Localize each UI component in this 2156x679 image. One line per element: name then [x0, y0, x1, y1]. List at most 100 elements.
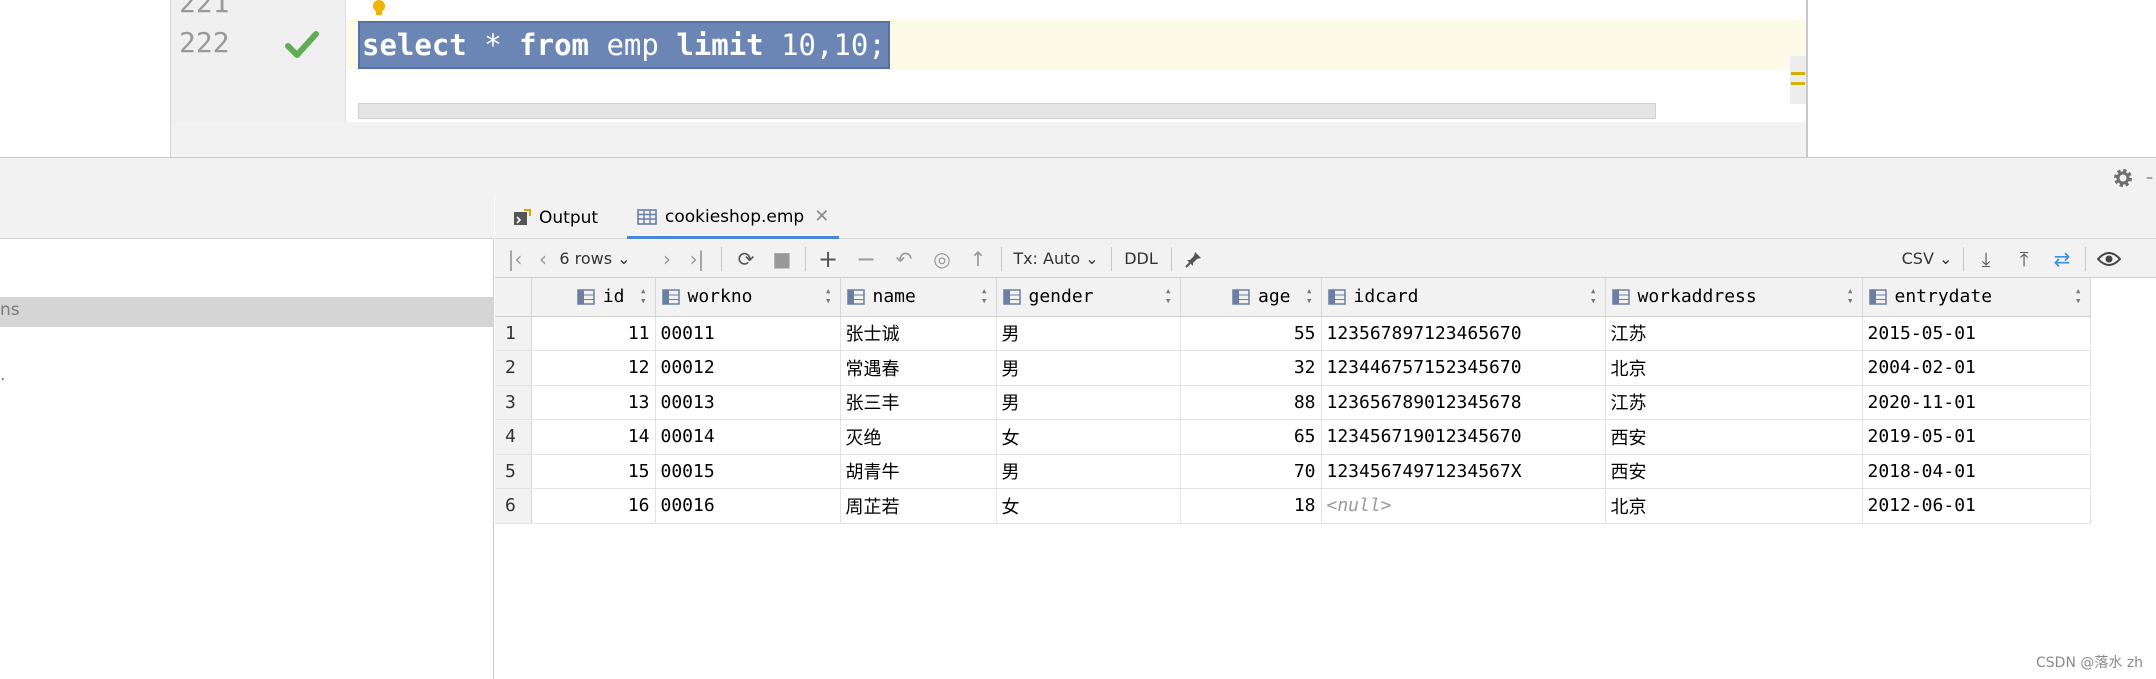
cell-entrydate[interactable]: 2018-04-01 [1862, 454, 2091, 489]
tree-item-label[interactable]: . [0, 365, 5, 385]
rows-count-dropdown[interactable]: 6 rows ⌄ [555, 239, 635, 278]
cell-workaddress[interactable]: 西安 [1605, 454, 1863, 489]
revert-icon[interactable]: ↶ [889, 239, 919, 278]
cell-workno[interactable]: 00016 [655, 488, 841, 524]
sort-icon[interactable]: ▴ ▾ [981, 285, 988, 306]
last-page-icon[interactable]: ›| [683, 239, 711, 278]
cell-id[interactable]: 11 [531, 316, 656, 351]
cell-entrydate[interactable]: 2012-06-01 [1862, 488, 2091, 524]
hide-panel-icon[interactable]: – [2146, 170, 2153, 186]
cell-age[interactable]: 55 [1180, 316, 1322, 351]
cell-workaddress[interactable]: 北京 [1605, 350, 1863, 386]
cell-workno[interactable]: 00012 [655, 350, 841, 386]
export-format-dropdown[interactable]: CSV ⌄ [1899, 239, 1955, 278]
lightbulb-icon[interactable] [371, 0, 387, 18]
cell-age[interactable]: 65 [1180, 419, 1322, 455]
table-row[interactable]: 1 11 00011 张士诚 男 55 123567897123465670 江… [495, 316, 2091, 351]
cell-workaddress[interactable]: 江苏 [1605, 385, 1863, 420]
cell-idcard[interactable]: 12345674971234567X [1321, 454, 1606, 489]
cell-age[interactable]: 88 [1180, 385, 1322, 420]
add-row-icon[interactable]: + [813, 239, 843, 278]
cell-name[interactable]: 常遇春 [840, 350, 997, 386]
editor-error-stripe[interactable] [1790, 56, 1806, 104]
cell-workaddress[interactable]: 北京 [1605, 488, 1863, 524]
row-number[interactable]: 2 [495, 350, 532, 386]
table-row[interactable]: 2 12 00012 常遇春 男 32 123446757152345670 北… [495, 350, 2091, 386]
tab-output[interactable]: Output [513, 197, 598, 239]
row-number[interactable]: 6 [495, 488, 532, 524]
cell-gender[interactable]: 男 [996, 350, 1181, 386]
sort-icon[interactable]: ▴ ▾ [1847, 285, 1854, 306]
column-header-entrydate[interactable]: entrydate ▴ ▾ [1862, 278, 2091, 317]
column-header-gender[interactable]: gender ▴ ▾ [996, 278, 1181, 317]
refresh-icon[interactable]: ⟳ [731, 239, 761, 278]
view-icon[interactable] [2093, 239, 2125, 278]
cell-gender[interactable]: 男 [996, 316, 1181, 351]
sort-icon[interactable]: ▴ ▾ [2075, 285, 2082, 306]
compare-icon[interactable]: ⇄ [2047, 239, 2077, 278]
cell-name[interactable]: 周芷若 [840, 488, 997, 524]
gear-icon[interactable] [2112, 167, 2134, 189]
cell-idcard[interactable]: 123656789012345678 [1321, 385, 1606, 420]
sort-icon[interactable]: ▴ ▾ [825, 285, 832, 306]
pin-icon[interactable] [1179, 239, 1209, 278]
close-icon[interactable]: ✕ [814, 206, 829, 227]
cell-entrydate[interactable]: 2019-05-01 [1862, 419, 2091, 455]
cell-entrydate[interactable]: 2004-02-01 [1862, 350, 2091, 386]
download-icon[interactable]: ⤓ [1971, 239, 2001, 278]
cell-gender[interactable]: 女 [996, 419, 1181, 455]
cell-name[interactable]: 张三丰 [840, 385, 997, 420]
row-number[interactable]: 4 [495, 419, 532, 455]
cell-id[interactable]: 14 [531, 419, 656, 455]
column-header-workno[interactable]: workno ▴ ▾ [655, 278, 841, 317]
stop-icon[interactable]: ■ [767, 239, 797, 278]
table-row[interactable]: 6 16 00016 周芷若 女 18 <null> 北京 2012-06-01 [495, 488, 2091, 524]
cell-id[interactable]: 13 [531, 385, 656, 420]
warning-mark[interactable] [1791, 82, 1805, 85]
column-header-id[interactable]: id ▴ ▾ [531, 278, 656, 317]
cell-id[interactable]: 15 [531, 454, 656, 489]
cell-name[interactable]: 灭绝 [840, 419, 997, 455]
sort-icon[interactable]: ▴ ▾ [1165, 285, 1172, 306]
warning-mark[interactable] [1791, 72, 1805, 75]
result-grid[interactable]: id ▴ ▾ workno ▴ ▾ name ▴ ▾ gender ▴ ▾ age ▴ ▾ idca… [495, 278, 2091, 524]
previous-page-icon[interactable]: ‹ [531, 239, 555, 278]
cell-workaddress[interactable]: 江苏 [1605, 316, 1863, 351]
sort-icon[interactable]: ▴ ▾ [640, 285, 647, 306]
cell-name[interactable]: 胡青牛 [840, 454, 997, 489]
cell-workno[interactable]: 00015 [655, 454, 841, 489]
cell-gender[interactable]: 男 [996, 385, 1181, 420]
cell-gender[interactable]: 男 [996, 454, 1181, 489]
cell-workaddress[interactable]: 西安 [1605, 419, 1863, 455]
table-row[interactable]: 3 13 00013 张三丰 男 88 123656789012345678 江… [495, 385, 2091, 420]
cell-workno[interactable]: 00011 [655, 316, 841, 351]
row-number[interactable]: 1 [495, 316, 532, 351]
table-row[interactable]: 4 14 00014 灭绝 女 65 123456719012345670 西安… [495, 419, 2091, 455]
cell-id[interactable]: 12 [531, 350, 656, 386]
editor-horizontal-scrollbar[interactable] [358, 103, 1656, 119]
preview-changes-icon[interactable]: ◎ [927, 239, 957, 278]
upload-icon[interactable]: ⤒ [2009, 239, 2039, 278]
tree-selected-row[interactable] [0, 297, 494, 327]
cell-workno[interactable]: 00013 [655, 385, 841, 420]
cell-age[interactable]: 18 [1180, 488, 1322, 524]
cell-idcard[interactable]: 123456719012345670 [1321, 419, 1606, 455]
cell-entrydate[interactable]: 2015-05-01 [1862, 316, 2091, 351]
first-page-icon[interactable]: |‹ [503, 239, 527, 278]
cell-idcard[interactable]: 123567897123465670 [1321, 316, 1606, 351]
column-header-workaddress[interactable]: workaddress ▴ ▾ [1605, 278, 1863, 317]
cell-idcard-null[interactable]: <null> [1321, 488, 1606, 524]
tab-cookieshop-emp[interactable]: cookieshop.emp ✕ [627, 197, 840, 239]
tx-mode-dropdown[interactable]: Tx: Auto ⌄ [1011, 239, 1101, 278]
cell-gender[interactable]: 女 [996, 488, 1181, 524]
cell-workno[interactable]: 00014 [655, 419, 841, 455]
sql-statement-selected[interactable]: select * from emp limit 10,10; [358, 21, 890, 69]
cell-age[interactable]: 70 [1180, 454, 1322, 489]
cell-idcard[interactable]: 123446757152345670 [1321, 350, 1606, 386]
sort-icon[interactable]: ▴ ▾ [1590, 285, 1597, 306]
column-header-name[interactable]: name ▴ ▾ [840, 278, 997, 317]
tree-item-label[interactable]: ns [0, 300, 20, 320]
cell-age[interactable]: 32 [1180, 350, 1322, 386]
cell-id[interactable]: 16 [531, 488, 656, 524]
cell-name[interactable]: 张士诚 [840, 316, 997, 351]
